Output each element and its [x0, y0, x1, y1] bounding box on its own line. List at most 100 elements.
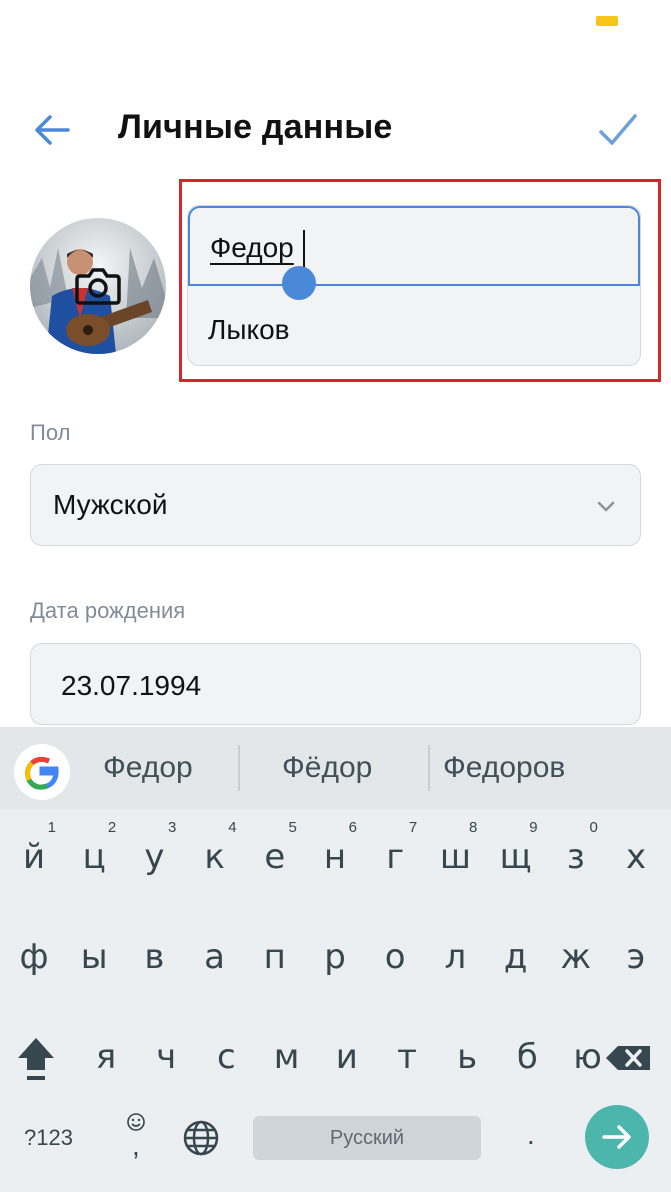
key-щ[interactable]: щ9: [486, 811, 546, 901]
key-label: с: [217, 1037, 236, 1077]
key-label: э: [626, 937, 646, 977]
key-label: я: [95, 1037, 117, 1077]
key-label: н: [323, 837, 347, 877]
name-card: Федор Лыков: [187, 205, 641, 366]
globe-icon[interactable]: [182, 1119, 220, 1162]
key-label: г: [386, 837, 405, 877]
key-и[interactable]: и: [317, 1011, 377, 1101]
shift-icon[interactable]: [6, 1012, 66, 1102]
key-ф[interactable]: ф: [4, 911, 64, 1001]
enter-arrow-icon: [599, 1119, 635, 1160]
page-title: Личные данные: [118, 108, 393, 146]
key-с[interactable]: с: [196, 1011, 256, 1101]
key-я[interactable]: я: [76, 1011, 136, 1101]
status-bar: [0, 0, 671, 40]
key-а[interactable]: а: [185, 911, 245, 1001]
key-label: ж: [560, 937, 592, 977]
key-number-hint: 2: [107, 819, 117, 836]
key-number-hint: 6: [348, 819, 357, 836]
period-key[interactable]: .: [527, 1119, 535, 1151]
key-label: в: [144, 937, 165, 977]
key-э[interactable]: э: [606, 911, 666, 1001]
symbols-key[interactable]: ?123: [24, 1125, 73, 1151]
key-й[interactable]: й1: [4, 811, 64, 901]
suggestion-3[interactable]: Федоров: [443, 751, 565, 785]
key-label: ы: [80, 937, 108, 977]
key-label: д: [503, 937, 528, 977]
suggestion-2[interactable]: Фёдор: [282, 751, 372, 785]
key-label: х: [625, 837, 647, 877]
key-о[interactable]: о: [365, 911, 425, 1001]
key-label: й: [22, 837, 46, 877]
first-name-field[interactable]: Федор: [188, 206, 640, 286]
key-label: ф: [19, 937, 49, 977]
key-number-hint: 1: [47, 819, 56, 836]
key-label: р: [324, 937, 346, 977]
checkmark-icon[interactable]: [596, 110, 640, 150]
key-ц[interactable]: ц2: [64, 811, 124, 901]
key-в[interactable]: в: [124, 911, 184, 1001]
key-д[interactable]: д: [486, 911, 546, 1001]
key-ь[interactable]: ь: [437, 1011, 497, 1101]
key-г[interactable]: г7: [365, 811, 425, 901]
key-ш[interactable]: ш8: [425, 811, 485, 901]
suggestion-1[interactable]: Федор: [103, 751, 193, 785]
gender-value: Мужской: [53, 489, 168, 520]
key-label: ь: [457, 1037, 478, 1077]
key-label: к: [204, 837, 225, 877]
google-g-icon[interactable]: [14, 744, 70, 800]
key-label: п: [263, 937, 286, 977]
key-ы[interactable]: ы: [64, 911, 124, 1001]
keyboard: Федор Фёдор Федоров й1ц2у3к4е5н6г7ш8щ9з0…: [0, 727, 671, 1192]
comma-label: ,: [132, 1130, 140, 1161]
key-х[interactable]: х: [606, 811, 666, 901]
key-label: у: [144, 837, 165, 877]
key-label: т: [397, 1037, 417, 1077]
key-label: ц: [82, 837, 106, 877]
birthdate-value: 23.07.1994: [61, 670, 202, 701]
key-у[interactable]: у3: [124, 811, 184, 901]
key-ч[interactable]: ч: [136, 1011, 196, 1101]
key-label: о: [384, 937, 406, 977]
key-п[interactable]: п: [245, 911, 305, 1001]
key-м[interactable]: м: [257, 1011, 317, 1101]
key-number-hint: 9: [529, 819, 538, 836]
text-cursor-handle[interactable]: [282, 266, 316, 300]
gender-label: Пол: [30, 420, 71, 445]
chevron-down-icon: [595, 495, 617, 517]
key-т[interactable]: т: [377, 1011, 437, 1101]
key-н[interactable]: н6: [305, 811, 365, 901]
key-number-hint: 8: [469, 819, 478, 836]
battery-icon: [596, 16, 618, 26]
key-б[interactable]: б: [497, 1011, 557, 1101]
avatar[interactable]: [30, 218, 166, 354]
key-е[interactable]: е5: [245, 811, 305, 901]
key-label: и: [335, 1037, 358, 1077]
first-name-value: Федор: [210, 232, 294, 263]
key-label: ч: [156, 1037, 177, 1077]
key-number-hint: 0: [589, 819, 598, 836]
key-number-hint: 4: [228, 819, 237, 836]
key-label: б: [516, 1037, 538, 1077]
key-number-hint: 7: [408, 819, 418, 836]
backspace-icon[interactable]: [600, 1012, 660, 1102]
key-label: ш: [439, 837, 471, 877]
suggestion-divider: [238, 745, 240, 791]
space-key[interactable]: Русский: [253, 1116, 481, 1160]
key-label: е: [264, 837, 286, 877]
enter-key[interactable]: [585, 1105, 649, 1169]
birthdate-field[interactable]: 23.07.1994: [30, 643, 641, 725]
key-к[interactable]: к4: [185, 811, 245, 901]
key-label: з: [566, 837, 585, 877]
key-з[interactable]: з0: [546, 811, 606, 901]
gender-select[interactable]: Мужской: [30, 464, 641, 546]
birthdate-label: Дата рождения: [30, 598, 186, 623]
key-number-hint: 5: [288, 819, 297, 836]
key-ж[interactable]: ж: [546, 911, 606, 1001]
back-arrow-icon[interactable]: [30, 108, 74, 152]
last-name-field[interactable]: Лыков: [208, 314, 290, 346]
key-л[interactable]: л: [425, 911, 485, 1001]
camera-icon: [74, 266, 122, 311]
comma-key[interactable]: ,: [124, 1112, 148, 1166]
key-р[interactable]: р: [305, 911, 365, 1001]
